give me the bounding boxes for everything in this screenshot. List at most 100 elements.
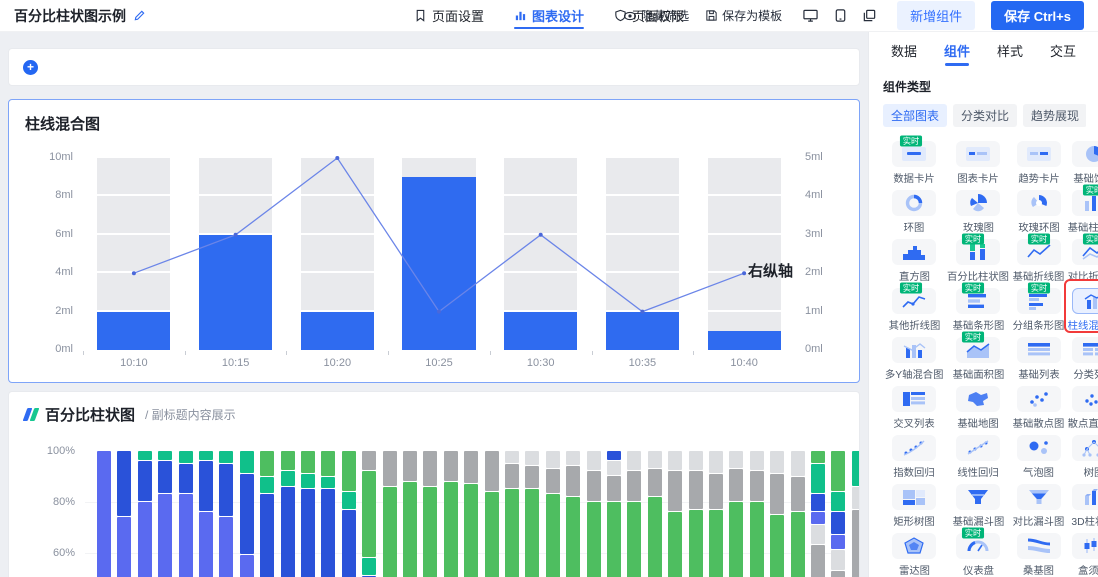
stack-segment	[709, 474, 723, 509]
component-type-32[interactable]: 3D柱状图	[1066, 480, 1098, 529]
nav-label: 页面权限	[632, 6, 684, 25]
component-type-26[interactable]: 线性回归	[945, 431, 1011, 480]
percent-chart-card[interactable]: 百分比柱状图 / 副标题内容展示 100%80%60%	[8, 391, 860, 577]
stacked-bar-21	[505, 451, 519, 577]
mobile-icon[interactable]	[833, 8, 848, 23]
component-type-3[interactable]: 趋势卡片	[1011, 137, 1066, 186]
component-type-label: 百分比柱状图	[947, 268, 1009, 283]
category-pill-1[interactable]: 分类对比	[953, 104, 1017, 127]
component-type-1[interactable]: 实时数据卡片	[883, 137, 945, 186]
component-type-5[interactable]: 环图	[883, 186, 945, 235]
desktop-icon[interactable]	[802, 8, 819, 23]
component-type-17[interactable]: 多Y轴混合图	[883, 333, 945, 382]
layers-icon[interactable]	[862, 8, 877, 23]
component-type-20[interactable]: 分类列表	[1066, 333, 1098, 382]
stack-segment	[831, 451, 845, 491]
category-pill-0[interactable]: 全部图表	[883, 104, 947, 127]
component-type-22[interactable]: 基础地图	[945, 382, 1011, 431]
combo-chart-card[interactable]: 柱线混合图 0ml2ml4ml6ml8ml10ml0ml1ml2ml3ml4ml…	[8, 99, 860, 383]
component-type-27[interactable]: 气泡图	[1011, 431, 1066, 480]
component-type-21[interactable]: 交叉列表	[883, 382, 945, 431]
stack-segment	[260, 451, 274, 476]
save-as-template-action[interactable]: 保存为模板	[705, 7, 782, 24]
save-button[interactable]: 保存 Ctrl+s	[991, 1, 1084, 30]
component-type-label: 数据卡片	[893, 170, 934, 185]
boxplot-icon	[1072, 533, 1098, 559]
component-type-label: 对比漏斗图	[1013, 513, 1065, 528]
nav-page-permission[interactable]: 页面权限	[614, 0, 684, 31]
stack-segment	[281, 487, 295, 577]
sidebar-tabs: 数据 组件 样式 交互	[869, 32, 1098, 68]
histogram-icon	[892, 239, 936, 265]
component-type-13[interactable]: 实时其他折线图	[883, 284, 945, 333]
component-type-8[interactable]: 实时基础柱状图	[1066, 186, 1098, 235]
stack-segment	[811, 512, 825, 524]
stack-segment	[362, 558, 376, 575]
stacked-bar-32	[729, 451, 743, 577]
stack-segment	[811, 451, 825, 463]
component-type-9[interactable]: 直方图	[883, 235, 945, 284]
tab-components[interactable]: 组件	[944, 32, 970, 68]
component-type-6[interactable]: 玫瑰图	[945, 186, 1011, 235]
component-type-label: 散点直方图	[1068, 415, 1098, 430]
component-type-16[interactable]: 柱线混合图	[1066, 284, 1098, 333]
stacked-bar-22	[525, 451, 539, 577]
component-type-29[interactable]: 矩形树图	[883, 480, 945, 529]
category-pill-2[interactable]: 趋势展现	[1023, 104, 1086, 127]
stack-segment	[485, 492, 499, 577]
stack-segment	[566, 497, 580, 577]
component-type-25[interactable]: 指数回归	[883, 431, 945, 480]
tab-interaction[interactable]: 交互	[1050, 32, 1076, 68]
tab-style[interactable]: 样式	[997, 32, 1023, 68]
component-type-15[interactable]: 实时分组条形图	[1011, 284, 1066, 333]
component-type-36[interactable]: 盒须图	[1066, 529, 1098, 577]
component-type-33[interactable]: 雷达图	[883, 529, 945, 577]
component-type-24[interactable]: 散点直方图	[1066, 382, 1098, 431]
right-axis-tick: 0ml	[805, 343, 823, 355]
add-component-button[interactable]: 新增组件	[897, 1, 975, 30]
right-axis-tick: 5ml	[805, 151, 823, 163]
component-type-35[interactable]: 桑基图	[1011, 529, 1066, 577]
component-type-2[interactable]: 图表卡片	[945, 137, 1011, 186]
topbar-actions: 隐藏筛选 保存为模板 新增组件 保存 Ctrl+s	[623, 1, 1084, 30]
component-type-4[interactable]: 基础饼图	[1066, 137, 1098, 186]
stack-segment	[403, 451, 417, 481]
component-type-19[interactable]: 基础列表	[1011, 333, 1066, 382]
component-type-10[interactable]: 实时百分比柱状图	[945, 235, 1011, 284]
stacked-bar-29	[668, 451, 682, 577]
stack-segment	[831, 550, 845, 569]
component-type-14[interactable]: 实时基础条形图	[945, 284, 1011, 333]
nav-page-settings[interactable]: 页面设置	[414, 0, 484, 31]
stack-segment	[648, 497, 662, 577]
topbar-nav: 页面设置 图表设计 页面权限	[414, 0, 684, 31]
stacked-bar-23	[546, 451, 560, 577]
stack-segment	[689, 471, 703, 508]
component-type-12[interactable]: 实时对比折线图	[1066, 235, 1098, 284]
x-axis-label: 10:10	[104, 357, 164, 369]
component-type-label: 分类列表	[1073, 366, 1098, 381]
component-type-31[interactable]: 对比漏斗图	[1011, 480, 1066, 529]
component-type-34[interactable]: 实时仪表盘	[945, 529, 1011, 577]
pencil-icon[interactable]	[133, 9, 146, 22]
component-type-28[interactable]: 树图	[1066, 431, 1098, 480]
sankey-icon	[1017, 533, 1061, 559]
y-axis-tick: 100%	[47, 445, 75, 457]
stack-segment	[607, 461, 621, 475]
stack-segment	[648, 469, 662, 496]
component-type-18[interactable]: 实时基础面积图	[945, 333, 1011, 382]
realtime-badge: 实时	[1028, 282, 1050, 293]
stack-segment	[831, 535, 845, 549]
nav-chart-design[interactable]: 图表设计	[514, 0, 584, 31]
component-type-11[interactable]: 实时基础折线图	[1011, 235, 1066, 284]
tab-data[interactable]: 数据	[891, 32, 917, 68]
circle-plus-icon[interactable]: +	[23, 60, 38, 75]
stack-segment	[668, 451, 682, 470]
stack-segment	[852, 510, 860, 577]
component-type-23[interactable]: 基础散点图	[1011, 382, 1066, 431]
stacked-bar-30	[689, 451, 703, 577]
right-sidebar: 数据 组件 样式 交互 组件类型 全部图表分类对比趋势展现组成分析数 实时数据卡…	[868, 32, 1098, 577]
stack-segment	[811, 525, 825, 544]
left-axis-tick: 4ml	[55, 266, 73, 278]
component-type-7[interactable]: 玫瑰环图	[1011, 186, 1066, 235]
component-type-30[interactable]: 基础漏斗图	[945, 480, 1011, 529]
